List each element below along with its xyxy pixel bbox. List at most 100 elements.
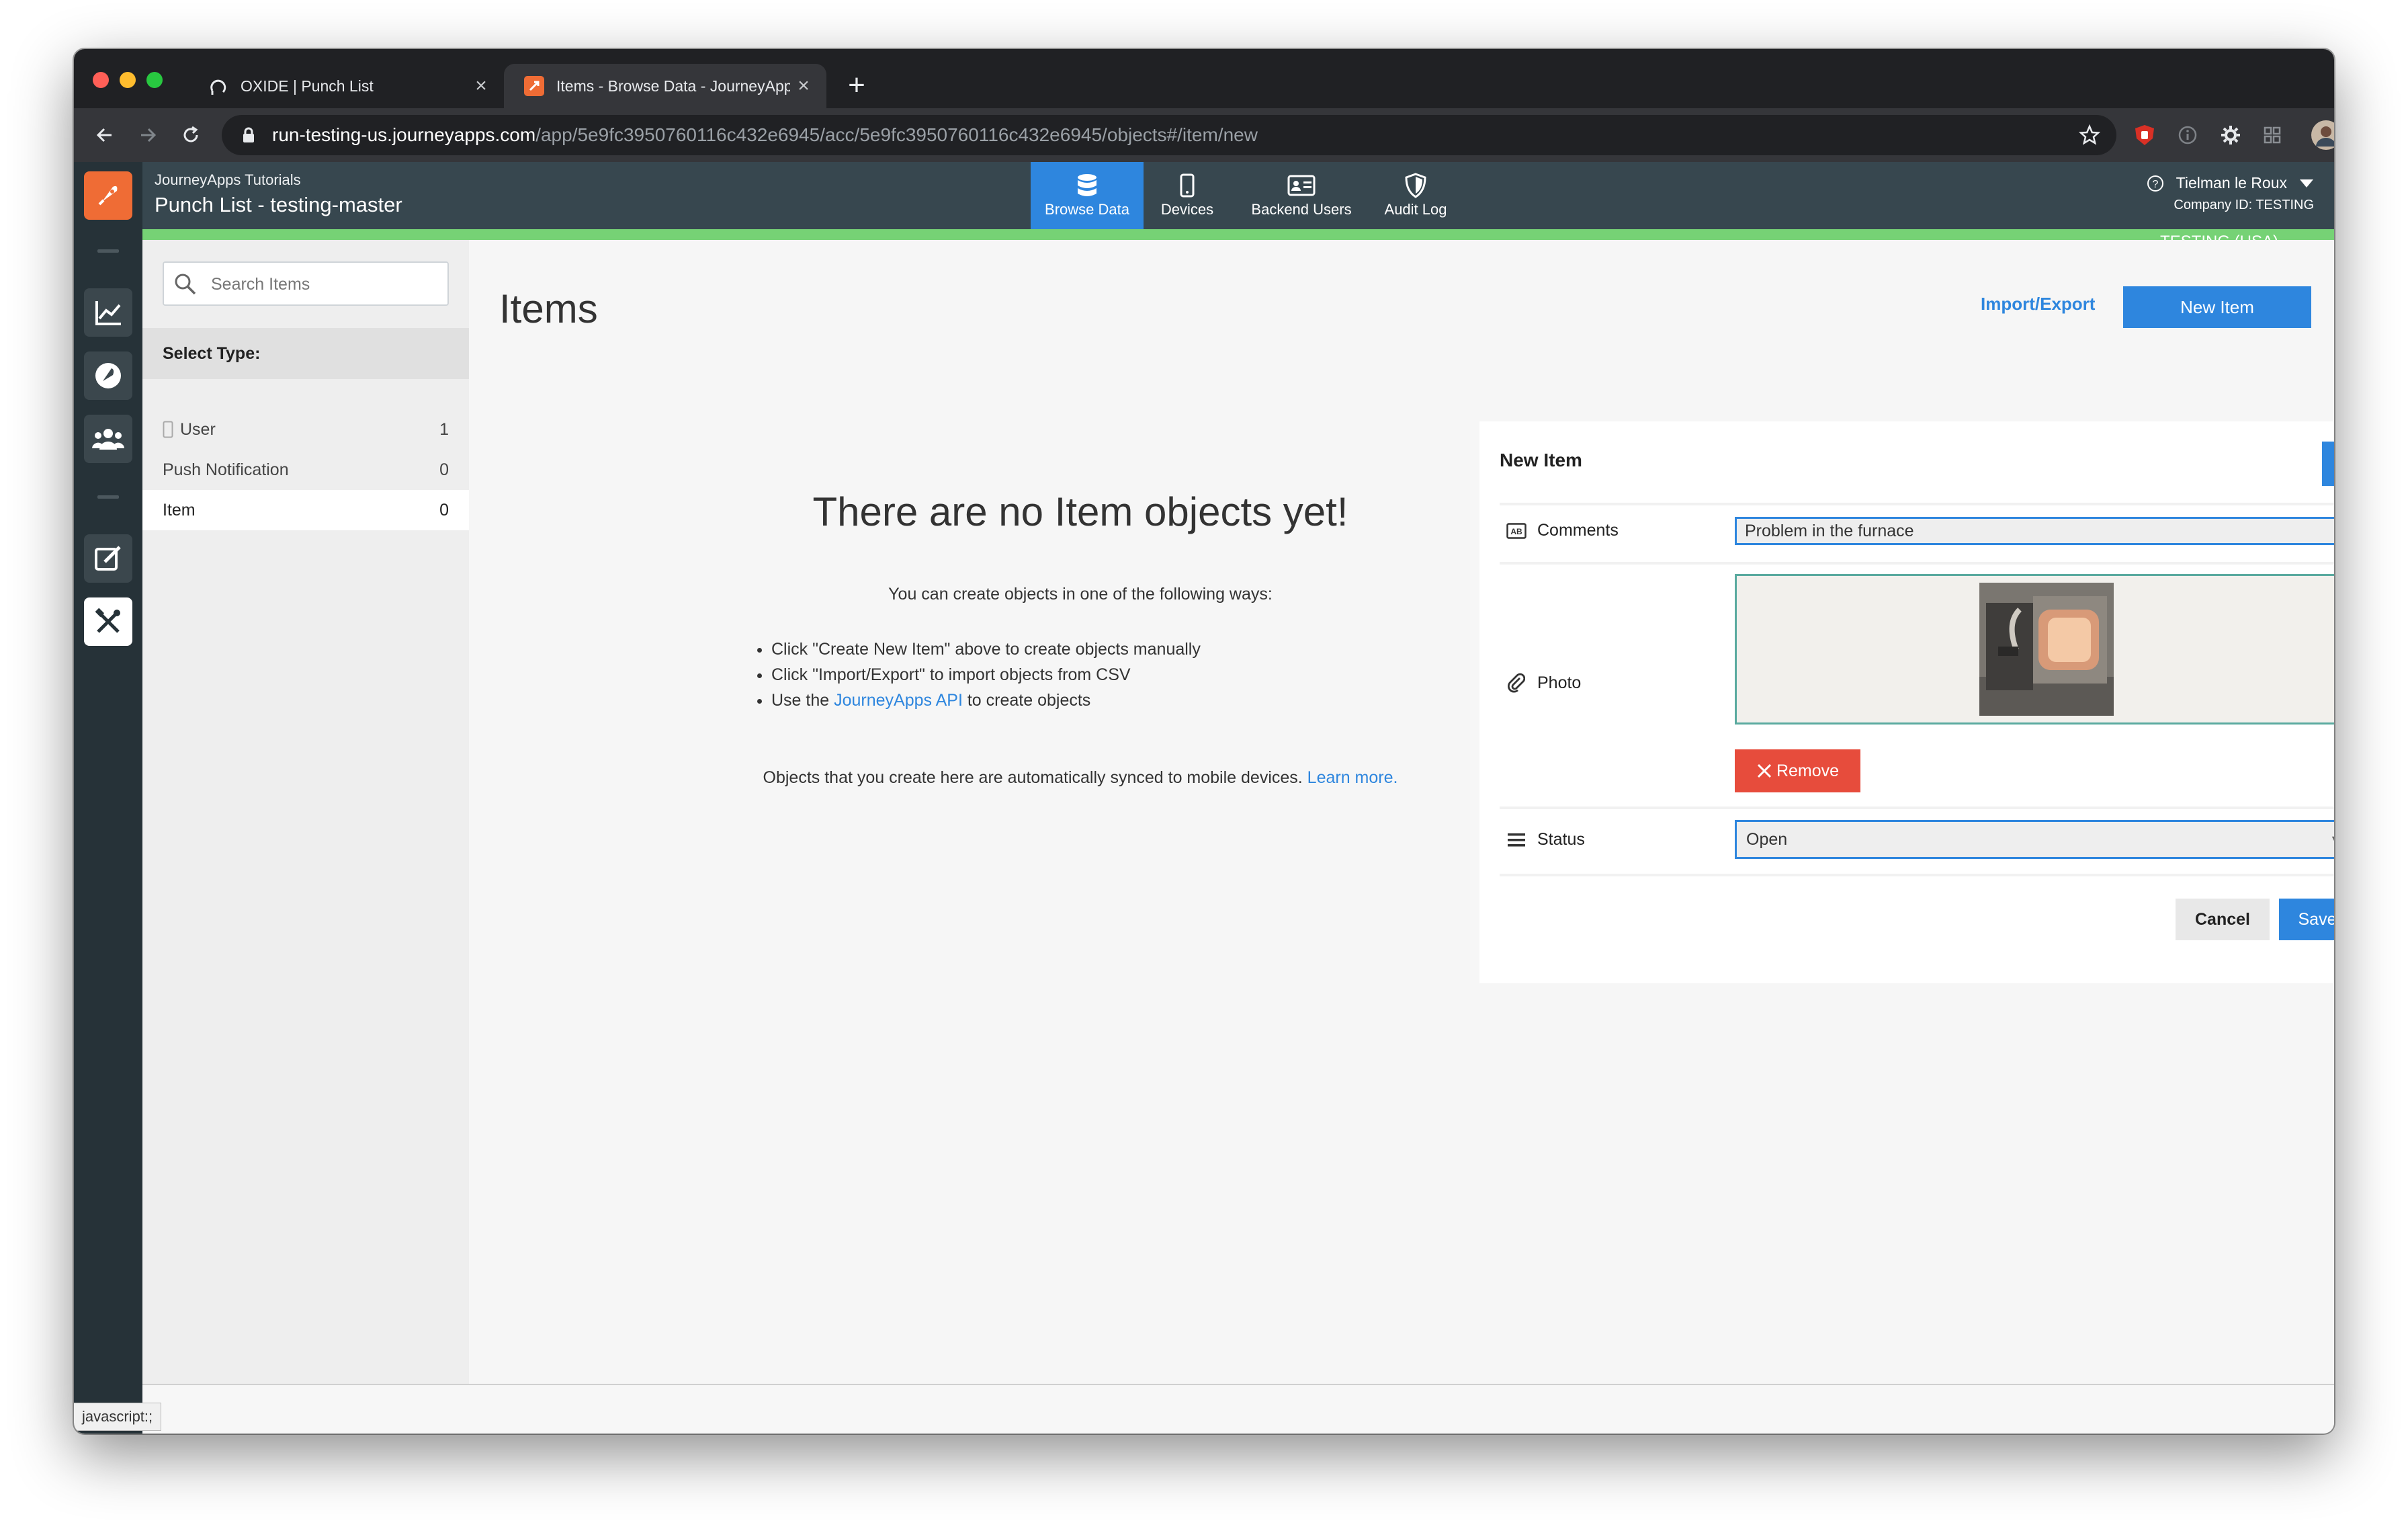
save-button[interactable]: Save bbox=[2279, 899, 2334, 940]
rail-deploy-button[interactable] bbox=[84, 351, 132, 400]
journeyapps-favicon-icon bbox=[524, 76, 544, 96]
browser-tab-items[interactable]: Items - Browse Data - JourneyApps × bbox=[504, 64, 826, 108]
rail-editor-button[interactable] bbox=[84, 534, 132, 583]
compass-rocket-icon bbox=[95, 363, 121, 388]
type-label: Item bbox=[163, 500, 196, 520]
tab-title: OXIDE | Punch List bbox=[241, 77, 374, 95]
remove-photo-button[interactable]: Remove bbox=[1735, 749, 1860, 792]
status-select[interactable]: Open ▼ bbox=[1735, 820, 2334, 859]
url-text: run-testing-us.journeyapps.com/app/5e9fc… bbox=[272, 115, 1258, 155]
svg-text:?: ? bbox=[2152, 179, 2158, 190]
empty-state-intro: You can create objects in one of the fol… bbox=[888, 585, 1273, 604]
window-minimize-control[interactable] bbox=[120, 72, 136, 88]
new-item-button[interactable]: New Item bbox=[2123, 286, 2311, 328]
field-separator bbox=[1500, 503, 2334, 505]
comments-field[interactable] bbox=[1735, 517, 2334, 545]
bookmark-star-icon[interactable] bbox=[2079, 124, 2100, 146]
import-export-link[interactable]: Import/Export bbox=[1981, 294, 2095, 315]
field-label-text: Photo bbox=[1537, 673, 1582, 692]
tab-browse-data[interactable]: Browse Data bbox=[1031, 162, 1144, 229]
back-button[interactable] bbox=[87, 118, 122, 153]
status-bar-link-preview: javascript:; bbox=[74, 1403, 162, 1431]
forward-button[interactable] bbox=[130, 118, 165, 153]
rail-analytics-button[interactable] bbox=[84, 288, 132, 337]
journeyapps-api-link[interactable]: JourneyApps API bbox=[834, 691, 963, 710]
rail-tools-button[interactable] bbox=[84, 597, 132, 646]
list-icon bbox=[1506, 833, 1526, 847]
browser-tab-oxide[interactable]: OXIDE | Punch List × bbox=[188, 64, 504, 108]
user-menu[interactable]: ? Tielman le Roux Company ID: TESTING bbox=[2147, 174, 2314, 213]
gear-extension-icon[interactable] bbox=[2216, 120, 2245, 150]
text-field-icon: AB bbox=[1506, 522, 1526, 539]
tab-label: Audit Log bbox=[1384, 201, 1447, 218]
tab-title: Items - Browse Data - JourneyApps bbox=[556, 77, 790, 95]
type-label-wrap: User bbox=[163, 420, 216, 440]
oxide-favicon-icon bbox=[208, 76, 228, 96]
info-extension-icon[interactable] bbox=[2173, 120, 2202, 150]
rail-home-button[interactable] bbox=[84, 171, 132, 220]
type-count: 0 bbox=[439, 500, 449, 520]
comments-label: AB Comments bbox=[1506, 521, 1619, 540]
cancel-button[interactable]: Cancel bbox=[2176, 899, 2270, 940]
remove-label: Remove bbox=[1776, 761, 1840, 780]
tab-close-icon[interactable]: × bbox=[468, 75, 494, 97]
close-icon bbox=[1757, 763, 1772, 778]
type-label: Push Notification bbox=[163, 460, 289, 479]
browser-tab-strip: OXIDE | Punch List × Items - Browse Data… bbox=[74, 49, 2334, 108]
mobile-device-icon bbox=[163, 421, 173, 438]
type-sidebar: Select Type: User 1 Push Notification 0 … bbox=[142, 240, 469, 1384]
field-separator bbox=[1500, 806, 2334, 809]
app-header: JourneyApps Tutorials Punch List - testi… bbox=[142, 162, 2334, 229]
list-item: Click "Import/Export" to import objects … bbox=[771, 662, 1201, 688]
rail-separator bbox=[97, 249, 119, 253]
learn-more-link[interactable]: Learn more. bbox=[1307, 768, 1398, 787]
photo-thumbnail bbox=[1979, 583, 2114, 716]
new-tab-button[interactable]: + bbox=[836, 67, 877, 107]
list-item: Use the JourneyApps API to create object… bbox=[771, 688, 1201, 713]
app-title: Punch List - testing-master bbox=[155, 193, 402, 216]
field-label-text: Comments bbox=[1537, 521, 1619, 540]
sync-note-text: Objects that you create here are automat… bbox=[763, 768, 1307, 787]
search-input[interactable] bbox=[210, 263, 441, 306]
tab-close-icon[interactable]: × bbox=[790, 75, 817, 97]
app-rail bbox=[74, 162, 142, 1434]
reload-button[interactable] bbox=[173, 118, 208, 153]
type-item-item[interactable]: Item 0 bbox=[142, 490, 469, 530]
reload-icon bbox=[183, 126, 198, 142]
tab-audit-log[interactable]: Audit Log bbox=[1372, 162, 1459, 229]
mobile-device-icon bbox=[1180, 170, 1195, 201]
ublock-extension-icon[interactable] bbox=[2130, 120, 2159, 150]
sync-note: Objects that you create here are automat… bbox=[590, 768, 1571, 788]
form-close-button[interactable] bbox=[2322, 442, 2334, 486]
tab-backend-users[interactable]: Backend Users bbox=[1238, 162, 1365, 229]
company-id: Company ID: TESTING bbox=[2174, 198, 2314, 212]
grid-extension-icon[interactable] bbox=[2258, 120, 2287, 150]
arrow-right-icon bbox=[141, 128, 157, 142]
rail-separator bbox=[97, 495, 119, 499]
address-bar[interactable]: run-testing-us.journeyapps.com/app/5e9fc… bbox=[222, 115, 2116, 155]
new-item-form: New Item AB Comments Photo bbox=[1479, 421, 2334, 983]
paperclip-icon bbox=[1506, 673, 1526, 693]
field-separator bbox=[1500, 562, 2334, 565]
photo-preview[interactable] bbox=[1735, 574, 2334, 725]
list-item: Click "Create New Item" above to create … bbox=[771, 636, 1201, 662]
window-zoom-control[interactable] bbox=[146, 72, 163, 88]
type-item-user[interactable]: User 1 bbox=[142, 409, 469, 450]
field-label-text: Status bbox=[1537, 830, 1585, 849]
photo-label: Photo bbox=[1506, 673, 1581, 693]
database-icon bbox=[1076, 170, 1098, 201]
rail-users-button[interactable] bbox=[84, 415, 132, 463]
edit-icon bbox=[95, 546, 121, 571]
environment-bar bbox=[142, 229, 2334, 240]
profile-avatar[interactable] bbox=[2309, 118, 2334, 153]
browser-toolbar: run-testing-us.journeyapps.com/app/5e9fc… bbox=[74, 108, 2334, 162]
caret-down-icon bbox=[2300, 179, 2313, 188]
type-item-push-notification[interactable]: Push Notification 0 bbox=[142, 450, 469, 490]
select-type-heading: Select Type: bbox=[142, 328, 469, 379]
api-suffix: to create objects bbox=[962, 691, 1091, 710]
window-close-control[interactable] bbox=[93, 72, 109, 88]
app-footer bbox=[142, 1384, 2334, 1434]
status-selected-value: Open bbox=[1746, 830, 1788, 849]
tab-devices[interactable]: Devices bbox=[1150, 162, 1224, 229]
help-circle-icon[interactable]: ? bbox=[2147, 175, 2164, 192]
